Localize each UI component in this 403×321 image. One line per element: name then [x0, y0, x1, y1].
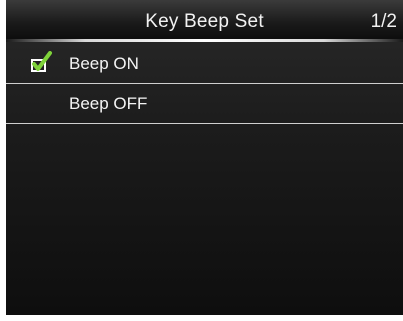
screen-title: Key Beep Set [145, 11, 264, 32]
menu-item-beep-off[interactable]: Beep OFF [6, 84, 403, 124]
title-bar: Key Beep Set 1/2 [6, 0, 403, 42]
checkmark-icon [30, 51, 54, 73]
menu-item-label: Beep OFF [69, 94, 148, 113]
menu-item-beep-on[interactable]: Beep ON [6, 44, 403, 84]
device-screen: Key Beep Set 1/2 Beep ON Beep OFF [6, 0, 403, 315]
menu-item-label: Beep ON [69, 54, 139, 73]
page-indicator: 1/2 [370, 11, 397, 32]
